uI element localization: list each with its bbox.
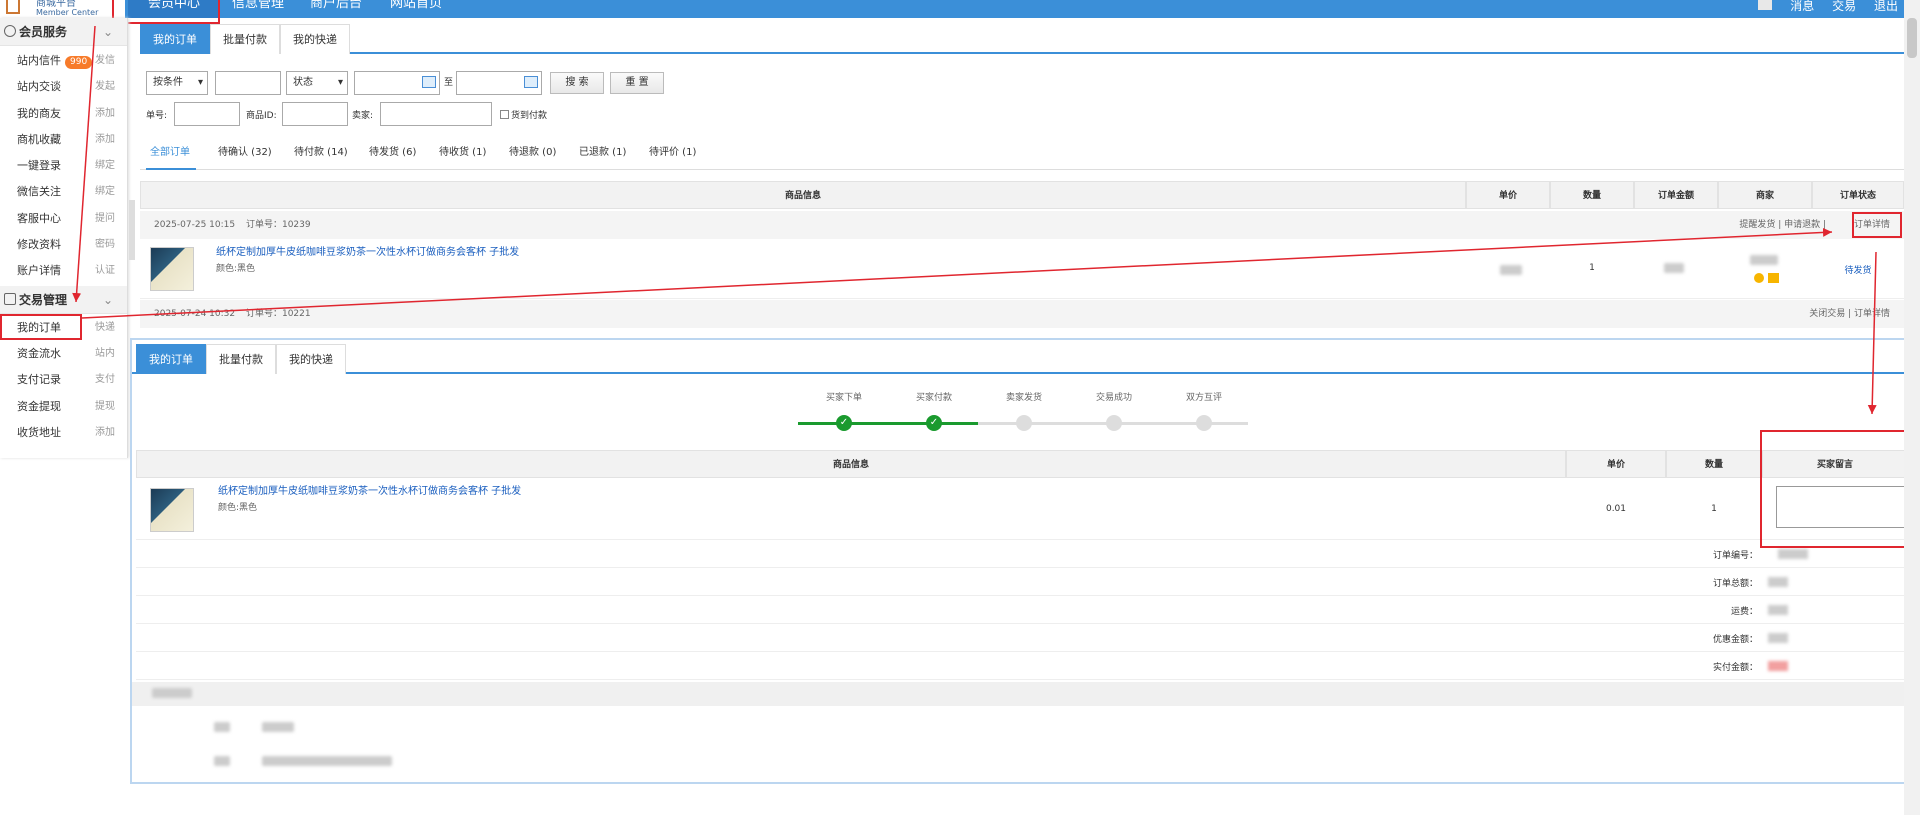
- scrollbar-thumb[interactable]: [1907, 18, 1917, 58]
- arrow-to-buyer-message: [1867, 251, 1877, 415]
- annotation-arrows: [72, 25, 1877, 415]
- arrow-to-my-orders: [72, 25, 96, 303]
- page-scrollbar[interactable]: [1904, 0, 1920, 815]
- arrow-to-order-detail: [81, 227, 1833, 319]
